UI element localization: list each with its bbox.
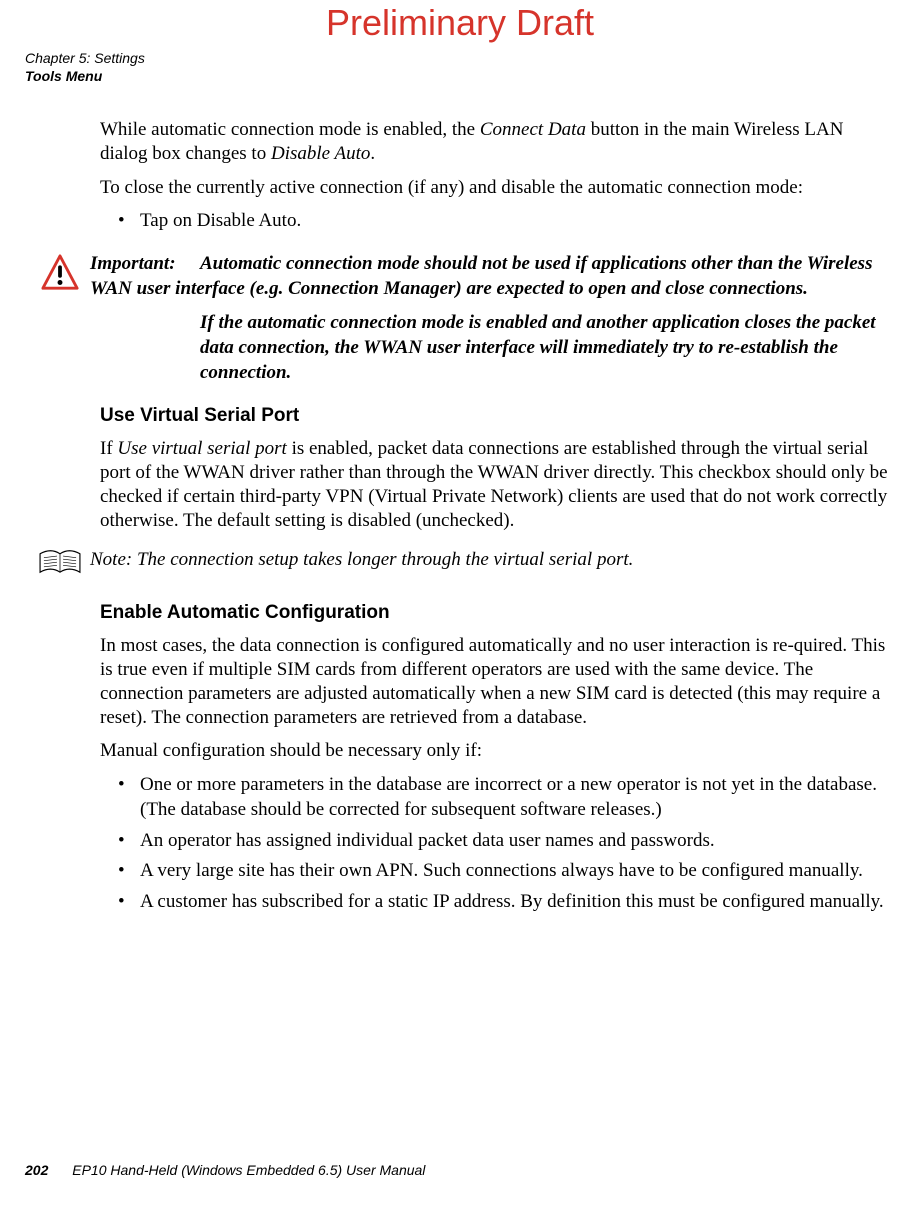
intro-paragraph-1: While automatic connection mode is enabl… — [100, 118, 895, 166]
section-label: Tools Menu — [25, 68, 145, 86]
auto-config-bullet-4: A customer has subscribed for a static I… — [100, 890, 895, 915]
important-paragraph-2: If the automatic connection mode is enab… — [90, 311, 890, 385]
text-run: While automatic connection mode is enabl… — [100, 119, 480, 140]
auto-config-bullet-1: One or more parameters in the database a… — [100, 773, 895, 822]
auto-config-paragraph-1: In most cases, the data connection is co… — [100, 634, 895, 729]
important-callout: Important: Automatic connection mode sho… — [30, 252, 890, 385]
chapter-label: Chapter 5: Settings — [25, 50, 145, 68]
connect-data-term: Connect Data — [480, 119, 586, 140]
text-run: Tap on — [140, 210, 197, 231]
page-footer: 202 EP10 Hand-Held (Windows Embedded 6.5… — [25, 1162, 425, 1178]
intro-bullet-list: Tap on Disable Auto. — [100, 209, 895, 234]
watermark-text: Preliminary Draft — [0, 2, 920, 44]
manual-title: EP10 Hand-Held (Windows Embedded 6.5) Us… — [72, 1162, 425, 1178]
content-area: While automatic connection mode is enabl… — [100, 118, 895, 929]
page-number: 202 — [25, 1162, 48, 1178]
auto-config-bullet-list: One or more parameters in the database a… — [100, 773, 895, 914]
intro-bullet-1: Tap on Disable Auto. — [100, 209, 895, 234]
important-paragraph-1: Automatic connection mode should not be … — [90, 253, 872, 299]
auto-config-paragraph-2: Manual configuration should be necessary… — [100, 739, 895, 763]
note-text: Note: The connection setup takes longer … — [90, 548, 890, 573]
text-run: . — [296, 210, 301, 231]
auto-config-bullet-3: A very large site has their own APN. Suc… — [100, 859, 895, 884]
disable-auto-command: Disable Auto — [197, 210, 297, 231]
running-header: Chapter 5: Settings Tools Menu — [25, 50, 145, 85]
important-text: Important: Automatic connection mode sho… — [90, 252, 890, 385]
page: Preliminary Draft Chapter 5: Settings To… — [0, 0, 920, 1208]
disable-auto-term: Disable Auto — [271, 143, 370, 164]
warning-icon — [30, 252, 90, 292]
book-icon — [30, 548, 90, 578]
virtual-serial-port-term: Use virtual serial port — [117, 438, 286, 459]
auto-config-bullet-2: An operator has assigned individual pack… — [100, 829, 895, 854]
text-run: . — [370, 143, 375, 164]
virtual-serial-port-paragraph: If Use virtual serial port is enabled, p… — [100, 437, 895, 532]
section-label-text: Tools Menu — [25, 68, 102, 84]
virtual-serial-port-heading: Use Virtual Serial Port — [100, 405, 895, 427]
intro-paragraph-2: To close the currently active connection… — [100, 176, 895, 200]
important-label: Important: — [90, 252, 200, 277]
text-run: If — [100, 438, 117, 459]
note-callout: Note: The connection setup takes longer … — [30, 548, 890, 578]
auto-config-heading: Enable Automatic Configuration — [100, 602, 895, 624]
